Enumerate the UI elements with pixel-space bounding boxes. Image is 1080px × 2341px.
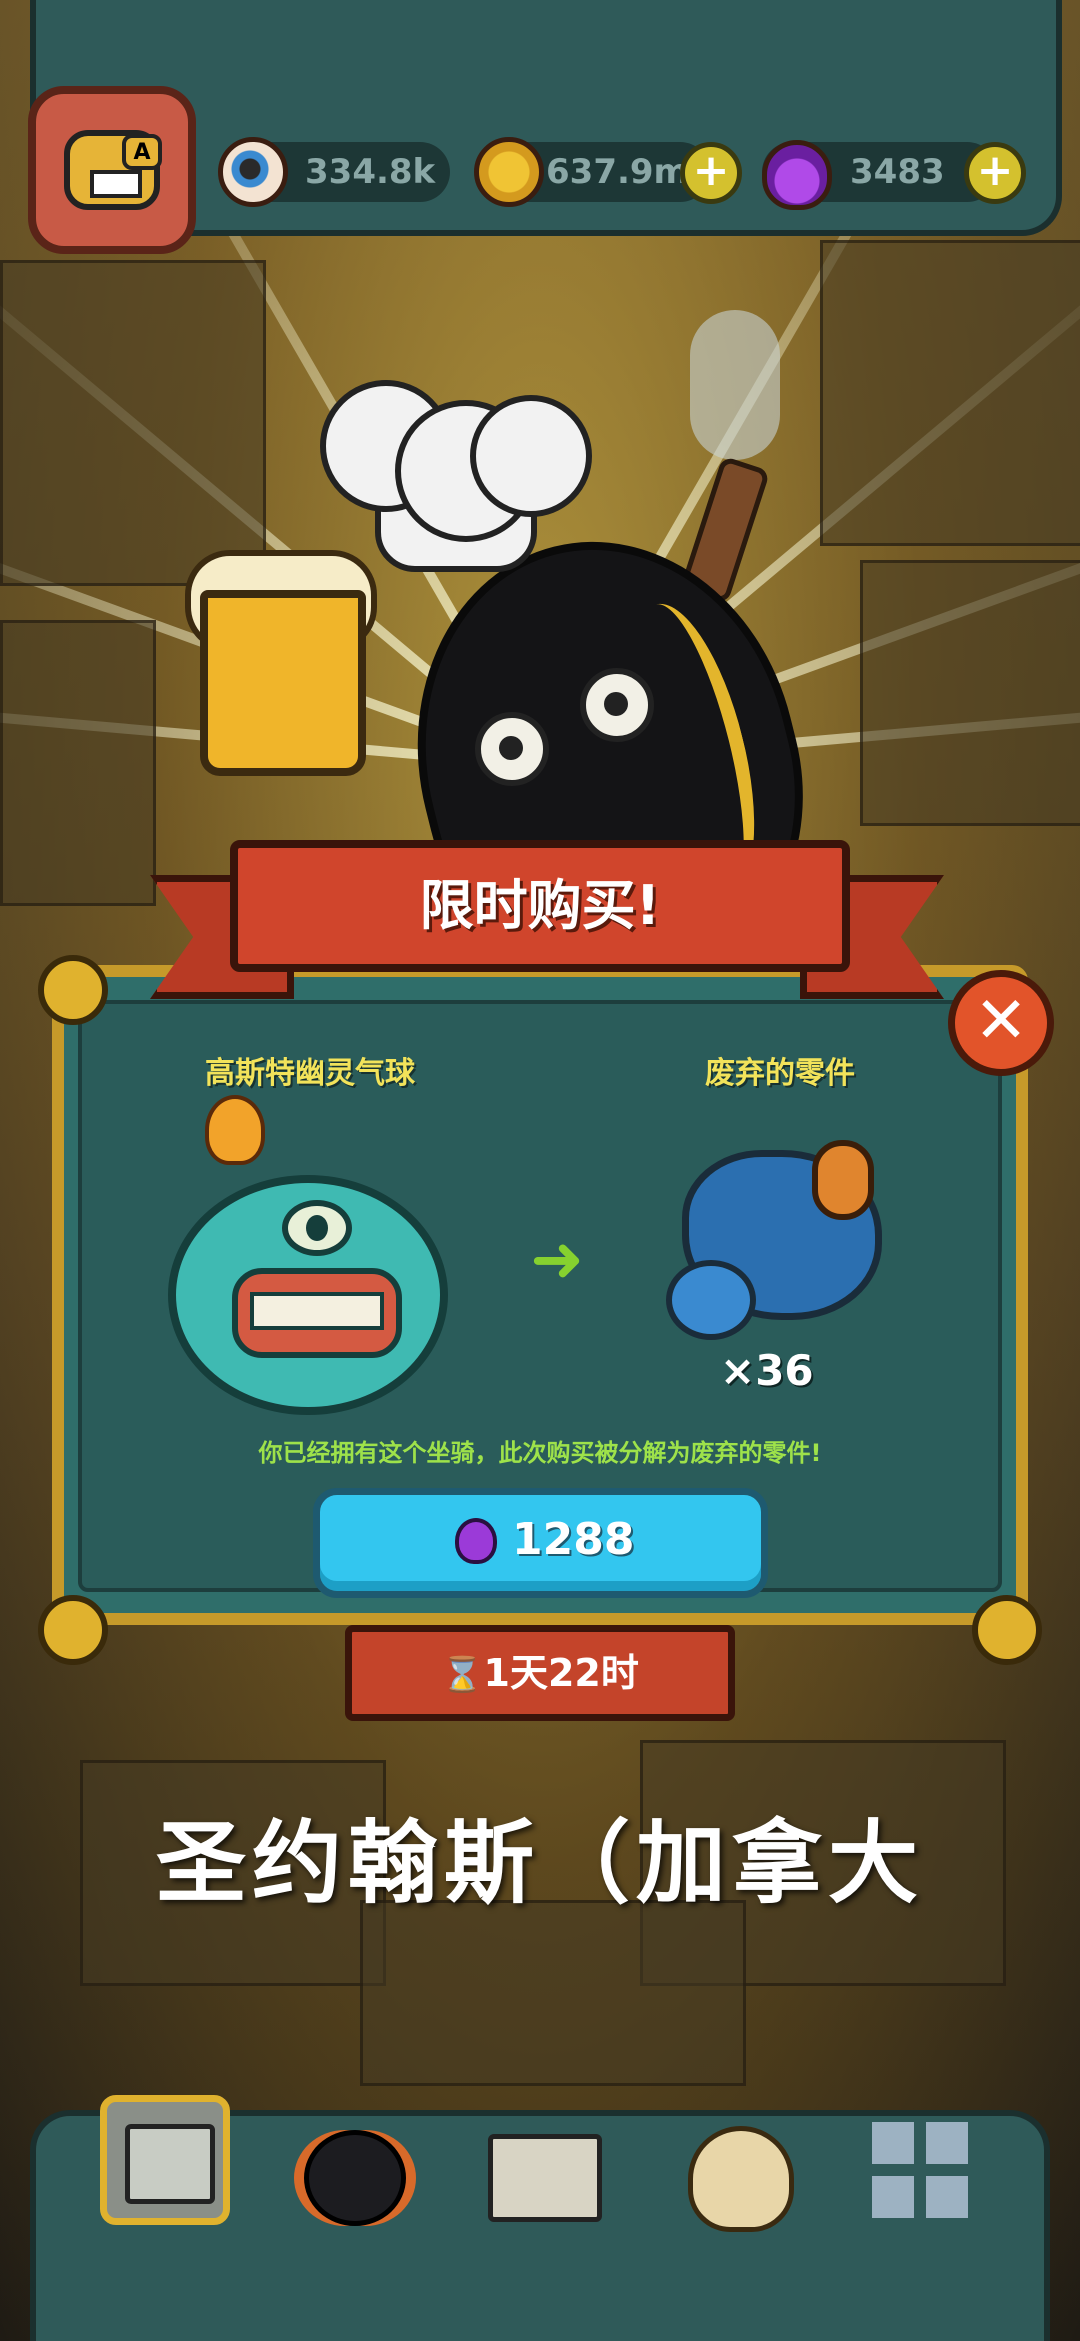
nav-money-bag-button[interactable] bbox=[670, 2100, 800, 2232]
monster-icon bbox=[304, 2130, 406, 2226]
nav-book-button[interactable] bbox=[480, 2110, 602, 2230]
conversion-notice: 你已经拥有这个坐骑，此次购买被分解为废弃的零件! bbox=[258, 1439, 822, 1467]
eyeball-count: 334.8k bbox=[305, 152, 436, 192]
potion-icon bbox=[455, 1518, 497, 1564]
monster-eye-right bbox=[580, 668, 654, 742]
player-avatar-button[interactable]: A bbox=[28, 86, 196, 254]
eyeball-icon bbox=[218, 137, 288, 207]
gold-count: 637.9m bbox=[546, 152, 689, 192]
balloon-flame-icon bbox=[205, 1095, 265, 1165]
offer-banner-title: 限时购买! bbox=[419, 874, 661, 937]
buy-price: 1288 bbox=[512, 1514, 635, 1565]
hourglass-icon: ⌛ bbox=[441, 1655, 484, 1695]
smoke-puff bbox=[690, 310, 780, 460]
monster-eye-left bbox=[475, 712, 549, 786]
avatar-rank-badge: A bbox=[122, 134, 162, 170]
nav-shop-button[interactable] bbox=[100, 2095, 230, 2225]
beer-mug-icon bbox=[200, 590, 366, 776]
add-gold-button[interactable]: + bbox=[680, 142, 742, 204]
frame-corner-ornament bbox=[38, 955, 108, 1025]
right-item-title: 废弃的零件 bbox=[705, 1056, 855, 1091]
close-icon: ✕ bbox=[974, 984, 1028, 1058]
grid-menu-icon bbox=[872, 2122, 968, 2218]
parts-quantity: ×36 bbox=[720, 1346, 814, 1395]
potion-count: 3483 bbox=[850, 152, 945, 192]
avatar-face-icon: A bbox=[64, 130, 162, 210]
overlay-caption: 圣约翰斯（加拿大 bbox=[156, 1811, 924, 1916]
shop-icon bbox=[125, 2124, 215, 2204]
potion-icon bbox=[762, 140, 832, 210]
frame-corner-ornament bbox=[972, 1595, 1042, 1665]
book-icon bbox=[488, 2134, 602, 2222]
nav-monster-button[interactable] bbox=[290, 2110, 410, 2230]
add-potion-button[interactable]: + bbox=[964, 142, 1026, 204]
money-bag-icon bbox=[688, 2126, 794, 2232]
nav-grid-menu-button[interactable] bbox=[860, 2110, 980, 2230]
gold-coin-icon bbox=[474, 137, 544, 207]
timer-text: 1天22时 bbox=[483, 1651, 639, 1695]
arrow-right-icon: ➜ bbox=[530, 1223, 584, 1297]
frame-corner-ornament bbox=[38, 1595, 108, 1665]
close-button[interactable]: ✕ bbox=[948, 970, 1054, 1076]
left-item-title: 高斯特幽灵气球 bbox=[205, 1056, 415, 1091]
